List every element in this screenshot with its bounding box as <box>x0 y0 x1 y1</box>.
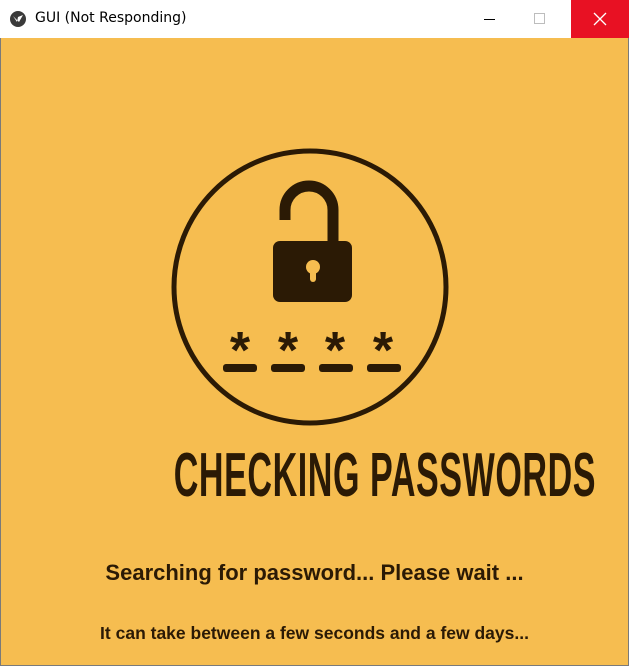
unlocked-padlock-icon <box>273 180 352 302</box>
dash <box>319 364 353 372</box>
close-button[interactable] <box>571 0 629 38</box>
maximize-button[interactable] <box>516 0 562 38</box>
minimize-button[interactable] <box>466 0 512 38</box>
main-content: * * * * CHECKING PASSWORDS Searching for… <box>1 38 628 665</box>
status-text: Searching for password... Please wait ..… <box>105 560 524 585</box>
close-icon <box>593 12 607 26</box>
duration-note: It can take between a few seconds and a … <box>100 623 529 643</box>
dash <box>271 364 305 372</box>
title-bar[interactable]: GUI (Not Responding) <box>0 0 629 38</box>
dash <box>223 364 257 372</box>
password-lock-illustration: * * * * <box>171 148 449 426</box>
headline-text: CHECKING PASSWORDS <box>173 441 597 510</box>
headline: CHECKING PASSWORDS <box>1 440 628 511</box>
window-title: GUI (Not Responding) <box>35 10 187 26</box>
dash <box>367 364 401 372</box>
masked-password-icon: * * * * <box>223 322 401 380</box>
app-logo-icon <box>10 11 26 27</box>
